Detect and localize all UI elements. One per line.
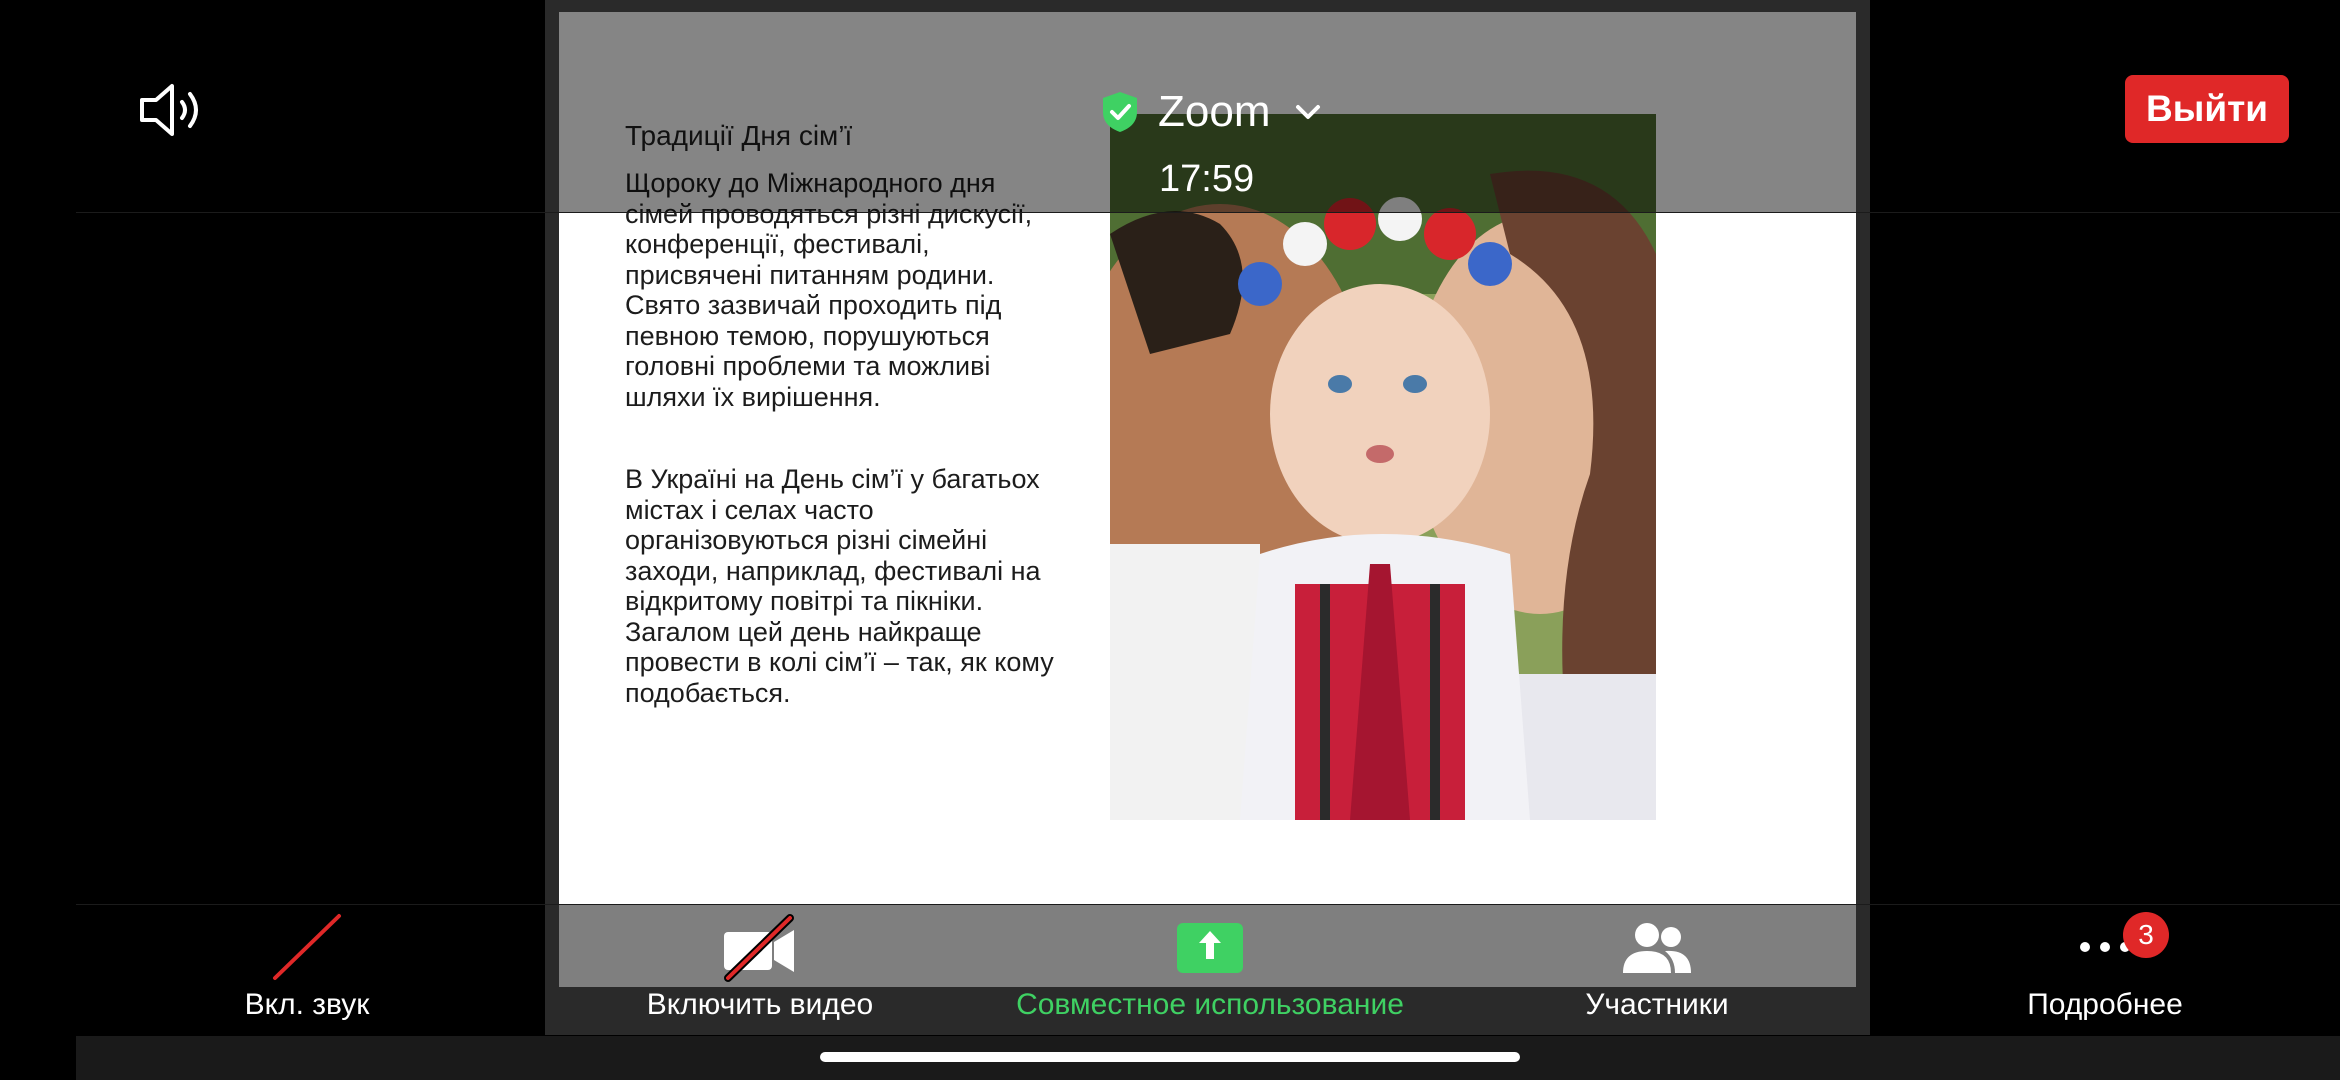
meeting-time: 17:59 bbox=[1159, 158, 1255, 200]
shield-check-icon bbox=[1100, 90, 1140, 134]
home-indicator[interactable] bbox=[820, 1052, 1520, 1062]
start-video-label: Включить видео bbox=[646, 988, 874, 1021]
notification-badge: 3 bbox=[2123, 912, 2169, 958]
chevron-down-icon bbox=[1294, 102, 1322, 122]
share-screen-label: Совместное использование bbox=[1016, 988, 1404, 1021]
participants-label: Участники bbox=[1585, 988, 1729, 1021]
mic-off-icon bbox=[267, 912, 347, 982]
participants-icon bbox=[1617, 912, 1697, 982]
speaker-icon[interactable] bbox=[136, 80, 206, 140]
zoom-meeting-screen: Традиції Дня сім’ї Щороку до Міжнародног… bbox=[0, 0, 2340, 1080]
top-divider bbox=[76, 212, 2340, 213]
family-photo bbox=[1110, 114, 1656, 820]
more-dots-icon: 3 bbox=[2075, 912, 2169, 982]
share-upload-icon bbox=[1175, 912, 1245, 982]
video-off-icon bbox=[720, 912, 800, 982]
unmute-button[interactable]: Вкл. звук bbox=[207, 912, 407, 1032]
more-label: Подробнее bbox=[2027, 988, 2183, 1021]
start-video-button[interactable]: Включить видео bbox=[620, 912, 900, 1032]
participants-button[interactable]: Участники bbox=[1557, 912, 1757, 1032]
slide-paragraph-2: В Україні на День сім’ї у багатьох міста… bbox=[625, 464, 1054, 708]
share-screen-button[interactable]: Совместное использование bbox=[980, 912, 1440, 1032]
bottom-divider bbox=[76, 904, 2340, 905]
meeting-name: Zoom bbox=[1158, 87, 1271, 136]
meeting-title[interactable]: Zoom bbox=[1100, 84, 1322, 140]
more-button[interactable]: 3 Подробнее bbox=[2005, 912, 2205, 1032]
unmute-label: Вкл. звук bbox=[244, 988, 370, 1021]
leave-button[interactable]: Выйти bbox=[2125, 75, 2289, 143]
